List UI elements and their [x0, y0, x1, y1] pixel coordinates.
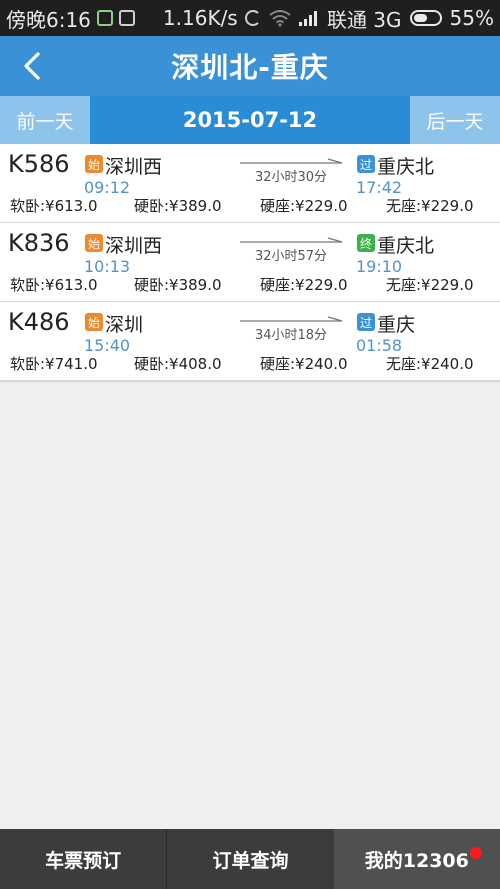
arrival-station-badge: 终 [357, 234, 375, 252]
train-list: K586 始 深圳西 09:12 32小时30分 过 重庆北 17:42 软卧:… [0, 144, 500, 382]
app-header: 深圳北-重庆 [0, 36, 500, 96]
departure-station: 深圳 [105, 314, 144, 336]
train-row[interactable]: K486 始 深圳 15:40 34小时18分 过 重庆 01:58 软卧:¥7… [0, 302, 500, 380]
selected-date[interactable]: 2015-07-12 [90, 96, 410, 144]
soft-sleeper-price: 软卧:¥741.0 [10, 355, 98, 373]
status-time: 傍晚6:16 [6, 7, 91, 32]
travel-duration: 32小时30分 [254, 170, 328, 185]
no-seat-price: 无座:¥240.0 [386, 355, 474, 373]
no-seat-price: 无座:¥229.0 [386, 197, 474, 215]
date-bar: 前一天 2015-07-12 后一天 [0, 96, 500, 144]
train-row[interactable]: K836 始 深圳西 10:13 32小时57分 终 重庆北 19:10 软卧:… [0, 223, 500, 302]
sync-icon [244, 10, 261, 26]
shield-icon [96, 10, 113, 26]
train-code: K586 [8, 150, 70, 178]
soft-sleeper-price: 软卧:¥613.0 [10, 276, 98, 294]
previous-day-button[interactable]: 前一天 [0, 96, 90, 144]
tab-label: 订单查询 [212, 849, 289, 872]
hard-sleeper-price: 硬卧:¥389.0 [134, 276, 222, 294]
arrow-right-icon [240, 316, 343, 322]
app-icon [118, 10, 135, 26]
arrow-right-icon [240, 237, 343, 243]
start-station-badge: 始 [85, 234, 103, 252]
tab-ticket-booking[interactable]: 车票预订 [0, 829, 166, 889]
tab-my-12306[interactable]: 我的12306 [333, 829, 500, 889]
bottom-navigation: 车票预订 订单查询 我的12306 [0, 829, 500, 889]
wifi-icon [269, 10, 291, 27]
arrival-station: 重庆 [377, 314, 416, 336]
train-row[interactable]: K586 始 深圳西 09:12 32小时30分 过 重庆北 17:42 软卧:… [0, 144, 500, 223]
hard-seat-price: 硬座:¥229.0 [260, 276, 348, 294]
status-bar: 傍晚6:16 1.16K/s 联通 3G 55% [0, 0, 500, 36]
soft-sleeper-price: 软卧:¥613.0 [10, 197, 98, 215]
train-code: K836 [8, 229, 70, 257]
travel-duration: 32小时57分 [254, 249, 328, 264]
hard-sleeper-price: 硬卧:¥408.0 [134, 355, 222, 373]
travel-duration: 34小时18分 [254, 328, 328, 343]
arrival-station: 重庆北 [377, 235, 435, 257]
signal-icon [298, 11, 317, 26]
hard-seat-price: 硬座:¥240.0 [260, 355, 348, 373]
next-day-button[interactable]: 后一天 [410, 96, 500, 144]
no-seat-price: 无座:¥229.0 [386, 276, 474, 294]
start-station-badge: 始 [85, 313, 103, 331]
arrow-right-icon [240, 158, 343, 164]
departure-station: 深圳西 [105, 235, 163, 257]
tab-order-query[interactable]: 订单查询 [167, 829, 333, 889]
tab-label: 车票预订 [45, 849, 122, 872]
arrival-station-badge: 过 [357, 313, 375, 331]
arrival-station: 重庆北 [377, 156, 435, 178]
back-button[interactable] [14, 48, 50, 84]
arrival-station-badge: 过 [357, 155, 375, 173]
start-station-badge: 始 [85, 155, 103, 173]
battery-percent: 55% [449, 6, 494, 30]
notification-dot [469, 847, 482, 859]
battery-icon [409, 10, 442, 26]
hard-seat-price: 硬座:¥229.0 [260, 197, 348, 215]
departure-station: 深圳西 [105, 156, 163, 178]
network-speed: 1.16K/s [162, 6, 238, 30]
tab-label: 我的12306 [364, 849, 469, 872]
carrier-label: 联通 3G [326, 7, 402, 32]
hard-sleeper-price: 硬卧:¥389.0 [134, 197, 222, 215]
chevron-left-icon [24, 52, 40, 80]
train-code: K486 [8, 308, 70, 336]
page-title: 深圳北-重庆 [171, 51, 329, 84]
